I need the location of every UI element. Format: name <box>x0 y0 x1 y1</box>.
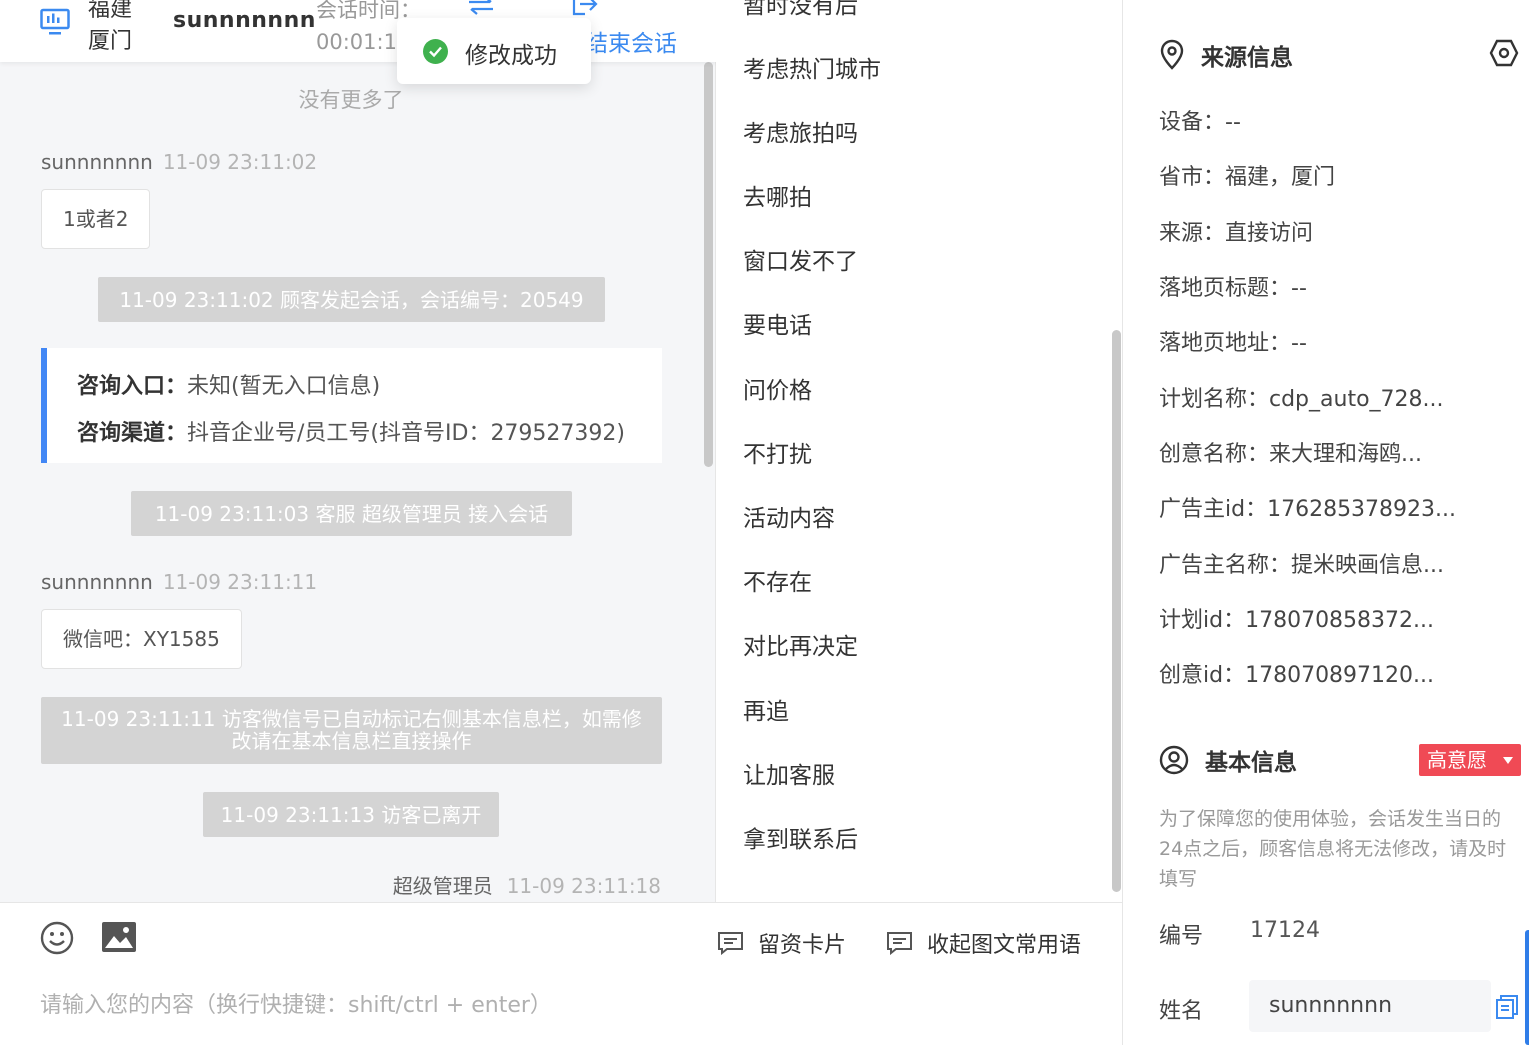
transfer-icon[interactable] <box>466 0 496 16</box>
phrase-item[interactable]: 不存在 <box>743 563 812 597</box>
customer-info-pane: 来源信息 设备：-- 省市：福建，厦门 来源：直接访问 落地页标题：-- 落地页… <box>1122 0 1529 1045</box>
info-creative-id: 创意id：178070897120... <box>1159 663 1435 688</box>
collapse-phrases-button[interactable]: 收起图文常用语 <box>886 927 1081 959</box>
quick-phrase-list[interactable]: 暂时没有后 考虑热门城市 考虑旅拍吗 去哪拍 窗口发不了 要电话 问价格 不打扰… <box>716 0 1122 902</box>
name-input[interactable]: sunnnnnnn <box>1249 980 1491 1032</box>
name-label: 姓名 <box>1159 999 1204 1024</box>
customer-name: sunnnnnnn <box>173 8 316 33</box>
check-circle-icon <box>423 39 448 64</box>
province: 福建 <box>88 0 133 22</box>
message-sender: sunnnnnnn <box>41 150 153 174</box>
chat-pane: 没有更多了 sunnnnnnn 11-09 23:11:02 1或者2 11-09… <box>0 0 716 1045</box>
settings-hex-icon[interactable] <box>1489 38 1519 68</box>
chat-scrollbar[interactable] <box>704 62 713 467</box>
customer-location: 福建 厦门 <box>88 0 148 58</box>
message-sender: sunnnnnnn <box>41 570 153 594</box>
id-value: 17124 <box>1250 918 1320 943</box>
info-device: 设备：-- <box>1159 110 1241 135</box>
id-label: 编号 <box>1159 924 1204 949</box>
caret-down-icon <box>1503 757 1513 764</box>
entry-label: 咨询入口： <box>77 374 188 399</box>
computer-icon <box>40 8 70 35</box>
info-source: 来源：直接访问 <box>1159 221 1314 246</box>
phrase-item[interactable]: 要电话 <box>743 306 812 340</box>
phrase-scrollbar[interactable] <box>1112 330 1121 892</box>
info-advertiser-id: 广告主id：176285378923... <box>1159 497 1457 522</box>
basic-info-title: 基本信息 <box>1159 743 1297 777</box>
chat-message-list[interactable]: 没有更多了 sunnnnnnn 11-09 23:11:02 1或者2 11-09… <box>0 62 716 902</box>
basic-info-title-text: 基本信息 <box>1205 750 1297 776</box>
lead-card-button[interactable]: 留资卡片 <box>717 927 846 959</box>
location-pin-icon <box>1160 39 1184 70</box>
entry-row: 咨询入口：未知(暂无入口信息) <box>77 368 380 400</box>
info-plan-id: 计划id：178070858372... <box>1159 608 1435 633</box>
source-info-title: 来源信息 <box>1159 38 1293 72</box>
no-more-text: 没有更多了 <box>298 88 404 112</box>
agent-sender: 超级管理员 <box>392 874 493 898</box>
agent-message-time: 11-09 23:11:18 <box>506 874 661 898</box>
customer-message-bubble: 微信吧：XY1585 <box>41 609 242 669</box>
customer-message-bubble: 1或者2 <box>41 189 151 249</box>
phrase-item[interactable]: 考虑旅拍吗 <box>743 114 858 148</box>
phrase-item[interactable]: 拿到联系后 <box>743 820 858 854</box>
info-province-city: 省市：福建，厦门 <box>1159 165 1336 190</box>
user-circle-icon <box>1159 745 1189 775</box>
agent-message-meta: 超级管理员 11-09 23:11:18 <box>393 870 661 899</box>
system-message: 11-09 23:11:03 客服 超级管理员 接入会话 <box>131 491 572 536</box>
info-plan-name: 计划名称：cdp_auto_728... <box>1159 387 1444 412</box>
lead-card-label: 留资卡片 <box>758 933 847 958</box>
message-meta: sunnnnnnn 11-09 23:11:11 <box>41 570 317 594</box>
message-time: 11-09 23:11:11 <box>162 570 318 594</box>
entry-value: 未知(暂无入口信息) <box>187 374 381 399</box>
chat-header: 福建 厦门 sunnnnnnn 会话时间： 00:01:10 结束会话 <box>0 0 716 62</box>
side-tab-accent[interactable] <box>1525 930 1529 1045</box>
end-session-button[interactable]: 结束会话 <box>585 24 677 58</box>
message-composer: 留资卡片 收起图文常用语 请输入您的内容（换行快捷键：shift/ctrl + … <box>0 902 1122 1045</box>
phrase-item[interactable]: 对比再决定 <box>743 627 858 661</box>
channel-row: 咨询渠道：抖音企业号/员工号(抖音号ID：279527392) <box>77 415 625 447</box>
end-session-icon[interactable] <box>570 0 598 16</box>
success-toast: 修改成功 <box>397 18 591 84</box>
phrase-item[interactable]: 不打扰 <box>743 435 812 469</box>
info-landing-url: 落地页地址：-- <box>1159 331 1307 356</box>
info-landing-title: 落地页标题：-- <box>1159 276 1307 301</box>
system-message: 11-09 23:11:02 顾客发起会话，会话编号：20549 <box>98 277 605 322</box>
info-advertiser-name: 广告主名称：提米映画信息... <box>1159 553 1444 578</box>
source-info-title-text: 来源信息 <box>1201 45 1293 71</box>
message-card-icon <box>718 932 743 955</box>
entry-info-card: 咨询入口：未知(暂无入口信息) 咨询渠道：抖音企业号/员工号(抖音号ID：279… <box>41 348 662 463</box>
system-message: 11-09 23:11:13 访客已离开 <box>203 792 499 837</box>
phrase-item[interactable]: 让加客服 <box>743 756 835 790</box>
phrase-item[interactable]: 再追 <box>743 692 789 726</box>
info-creative-name: 创意名称：来大理和海鸥... <box>1159 442 1422 467</box>
copy-icon[interactable] <box>1495 994 1519 1020</box>
channel-label: 咨询渠道： <box>77 421 188 446</box>
phrase-item[interactable]: 问价格 <box>743 371 812 405</box>
city: 厦门 <box>88 29 133 54</box>
phrase-item[interactable]: 去哪拍 <box>743 178 812 212</box>
phrase-item[interactable]: 窗口发不了 <box>743 242 858 276</box>
message-time: 11-09 23:11:02 <box>162 150 318 174</box>
message-meta: sunnnnnnn 11-09 23:11:02 <box>41 150 317 174</box>
intent-level-label: 高意愿 <box>1427 748 1487 772</box>
phrase-item[interactable]: 活动内容 <box>743 499 835 533</box>
message-card-icon <box>887 932 912 955</box>
image-icon[interactable] <box>101 921 137 953</box>
edit-notice: 为了保障您的使用体验，会话发生当日的24点之后，顾客信息将无法修改，请及时填写 <box>1159 808 1507 890</box>
message-input[interactable]: 请输入您的内容（换行快捷键：shift/ctrl + enter） <box>40 987 552 1019</box>
collapse-phrases-label: 收起图文常用语 <box>927 933 1082 958</box>
toast-message: 修改成功 <box>465 43 557 69</box>
intent-level-dropdown[interactable]: 高意愿 <box>1419 744 1521 776</box>
system-message: 11-09 23:11:11 访客微信号已自动标记右侧基本信息栏，如需修改请在基… <box>41 697 662 764</box>
channel-value: 抖音企业号/员工号(抖音号ID：279527392) <box>187 421 625 446</box>
phrase-item[interactable]: 暂时没有后 <box>743 0 858 20</box>
emoji-icon[interactable] <box>40 921 74 955</box>
phrase-item[interactable]: 考虑热门城市 <box>743 50 881 84</box>
